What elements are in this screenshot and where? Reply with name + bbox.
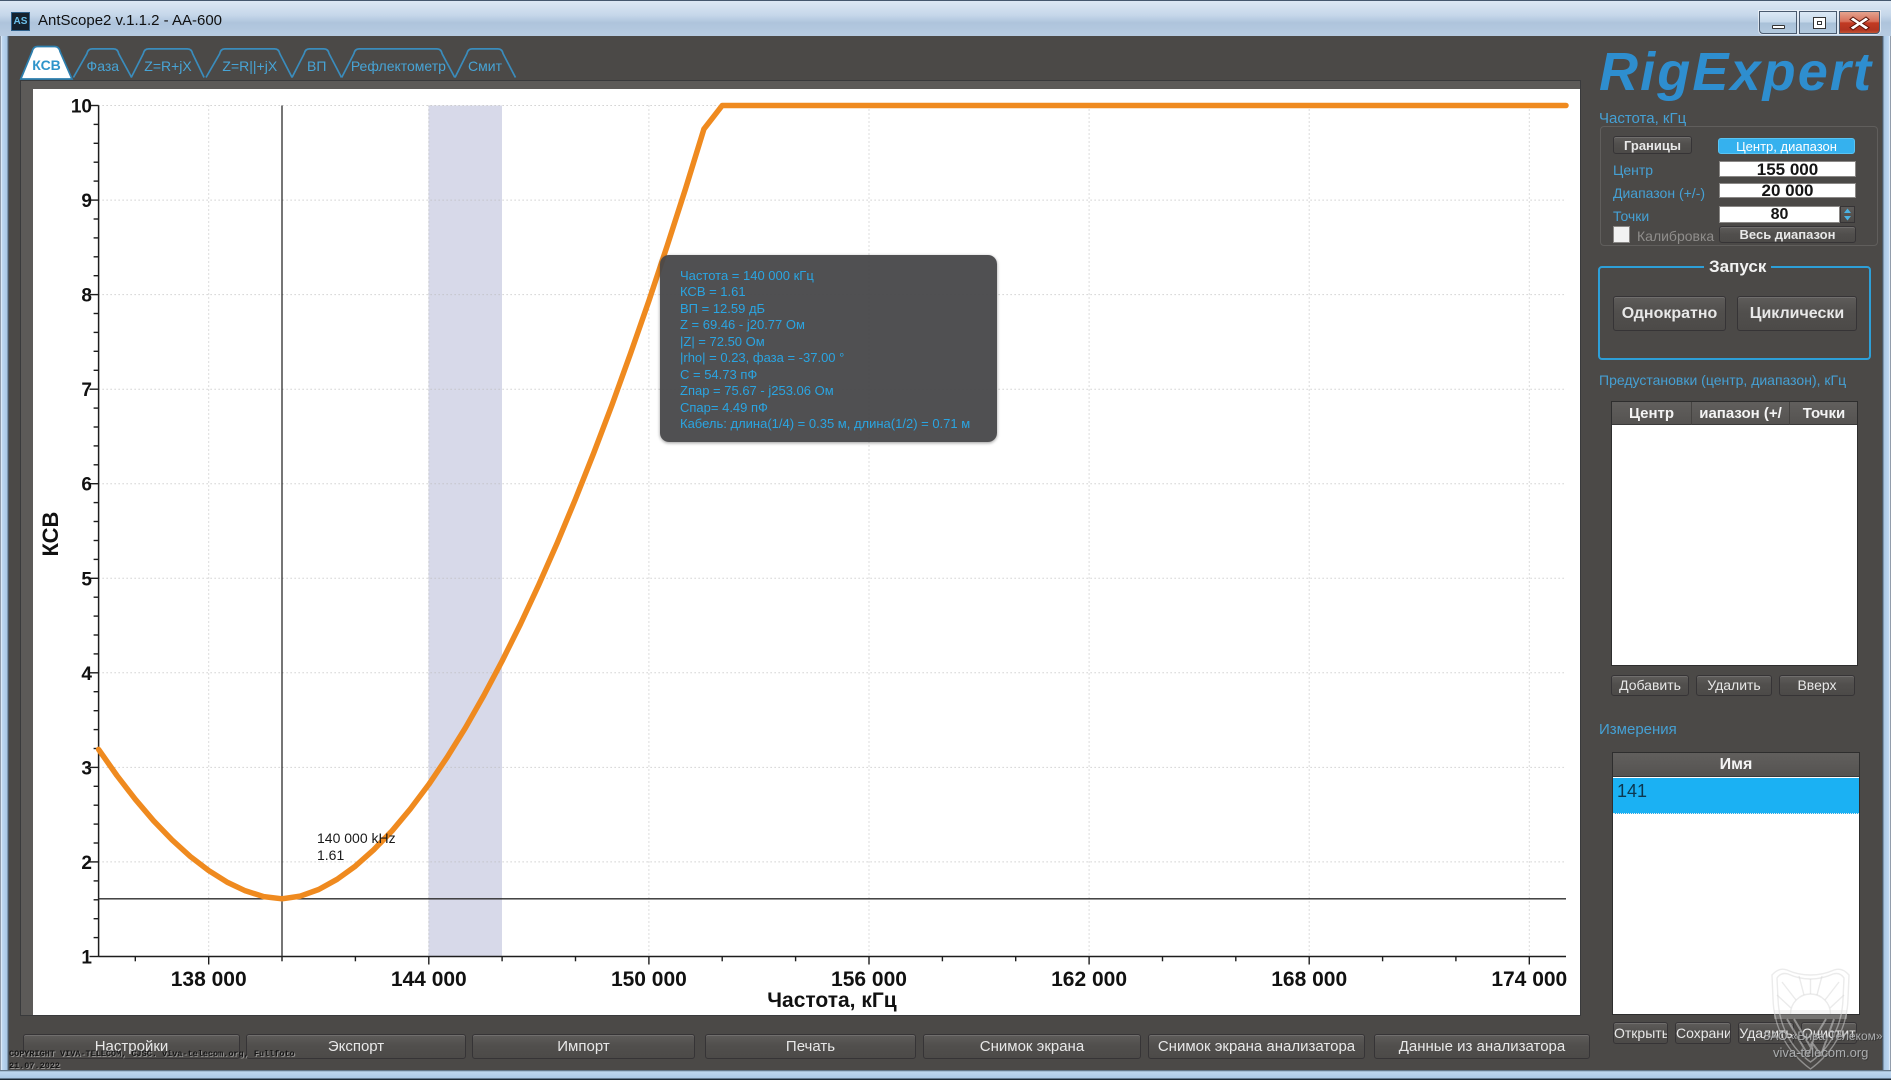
svg-text:5: 5 bbox=[81, 569, 92, 590]
svg-text:1.61: 1.61 bbox=[317, 847, 344, 863]
svg-text:Z=R+jX: Z=R+jX bbox=[144, 58, 192, 74]
svg-text:150 000: 150 000 bbox=[611, 968, 687, 991]
svg-text:ВП: ВП bbox=[307, 58, 326, 74]
svg-text:КСВ: КСВ bbox=[38, 512, 63, 557]
svg-text:10: 10 bbox=[71, 97, 92, 118]
svg-text:174 000: 174 000 bbox=[1491, 968, 1567, 991]
svg-text:162 000: 162 000 bbox=[1051, 968, 1127, 991]
svg-text:Смит: Смит bbox=[468, 58, 503, 74]
svg-text:156 000: 156 000 bbox=[831, 968, 907, 991]
svg-text:Фаза: Фаза bbox=[87, 58, 120, 74]
svg-text:7: 7 bbox=[81, 380, 92, 401]
svg-text:RigExpert: RigExpert bbox=[1599, 42, 1873, 102]
svg-text:9: 9 bbox=[81, 191, 92, 212]
svg-text:Z=R||+jX: Z=R||+jX bbox=[222, 58, 277, 74]
svg-text:8: 8 bbox=[81, 286, 92, 307]
svg-text:144 000: 144 000 bbox=[391, 968, 467, 991]
svg-text:Частота, кГц: Частота, кГц bbox=[767, 989, 896, 1012]
svg-text:КСВ: КСВ bbox=[32, 57, 61, 73]
svg-text:3: 3 bbox=[81, 758, 92, 779]
svg-text:Рефлектометр: Рефлектометр bbox=[351, 58, 446, 74]
svg-text:4: 4 bbox=[81, 664, 92, 685]
svg-text:138 000: 138 000 bbox=[171, 968, 247, 991]
svg-text:140 000 kHz: 140 000 kHz bbox=[317, 830, 396, 846]
svg-text:168 000: 168 000 bbox=[1271, 968, 1347, 991]
svg-text:1: 1 bbox=[81, 948, 92, 969]
svg-text:6: 6 bbox=[81, 475, 92, 496]
svg-text:2: 2 bbox=[81, 853, 92, 874]
